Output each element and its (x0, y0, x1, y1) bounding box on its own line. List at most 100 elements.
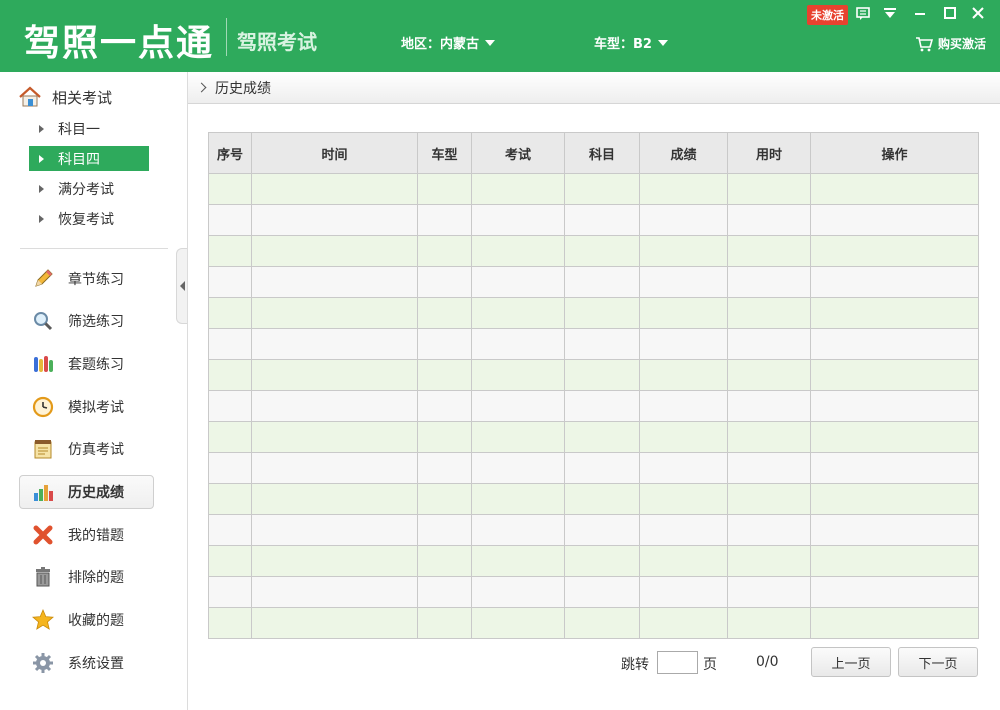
chevron-left-icon (179, 281, 185, 291)
related-exams-heading[interactable]: 相关考试 (18, 86, 112, 108)
buy-activation-button[interactable]: 购买激活 (915, 35, 986, 52)
menu-excluded-questions[interactable]: 排除的题 (19, 560, 154, 594)
table-cell (639, 204, 728, 236)
table-cell (208, 421, 252, 453)
menu-history-scores[interactable]: 历史成绩 (19, 475, 154, 509)
table-cell (639, 607, 728, 639)
table-row (208, 173, 979, 205)
sub-item-subject-4[interactable]: 科目四 (29, 146, 149, 171)
sub-item-recovery-exam[interactable]: 恢复考试 (29, 206, 149, 231)
minimize-icon[interactable] (911, 4, 929, 22)
sidebar-collapse-toggle[interactable] (176, 248, 187, 324)
table-cell (564, 607, 640, 639)
menu-filter-practice[interactable]: 筛选练习 (19, 304, 154, 338)
feedback-icon[interactable] (854, 4, 872, 22)
table-cell (417, 173, 472, 205)
table-cell (727, 173, 811, 205)
pencil-icon (35, 269, 53, 287)
home-icon (19, 86, 41, 107)
table-cell (727, 235, 811, 267)
menu-label: 历史成绩 (68, 485, 124, 501)
table-cell (564, 452, 640, 484)
caret-right-icon (39, 124, 44, 133)
table-cell (208, 483, 252, 515)
table-cell (727, 607, 811, 639)
table-cell (639, 514, 728, 546)
table-cell (208, 452, 252, 484)
table-cell (208, 297, 252, 329)
menu-simulation-exam[interactable]: 仿真考试 (19, 432, 154, 466)
table-cell (417, 483, 472, 515)
table-cell (639, 483, 728, 515)
table-cell (727, 421, 811, 453)
col-header-index: 序号 (208, 132, 252, 174)
notepad-icon (34, 440, 52, 459)
table-cell (251, 266, 418, 298)
table-row (208, 266, 979, 298)
table-cell (639, 328, 728, 360)
caret-right-icon (39, 184, 44, 193)
menu-label: 我的错题 (68, 528, 124, 544)
star-icon (32, 609, 54, 630)
car-type-dropdown[interactable]: 车型：B2 (594, 33, 668, 52)
table-cell (471, 514, 565, 546)
table-cell (471, 359, 565, 391)
table-cell (564, 483, 640, 515)
table-cell (564, 359, 640, 391)
menu-favorites[interactable]: 收藏的题 (19, 603, 154, 637)
table-cell (810, 514, 979, 546)
col-header-exam: 考试 (471, 132, 565, 174)
menu-chapter-practice[interactable]: 章节练习 (19, 262, 154, 296)
sub-item-subject-1[interactable]: 科目一 (29, 116, 149, 141)
menu-my-mistakes[interactable]: 我的错题 (19, 518, 154, 552)
table-cell (639, 297, 728, 329)
sub-item-full-score-exam[interactable]: 满分考试 (29, 176, 149, 201)
table-cell (727, 483, 811, 515)
clock-icon (32, 396, 54, 418)
col-header-actions: 操作 (810, 132, 979, 174)
table-cell (208, 607, 252, 639)
table-cell (564, 390, 640, 422)
region-dropdown[interactable]: 地区：内蒙古 (401, 33, 496, 52)
table-cell (810, 328, 979, 360)
magnifier-icon (34, 312, 53, 331)
table-cell (417, 235, 472, 267)
table-cell (471, 173, 565, 205)
table-cell (251, 483, 418, 515)
menu-label: 模拟考试 (68, 400, 124, 416)
app-logo-title: 驾照一点通 (24, 23, 215, 64)
close-icon[interactable] (969, 4, 987, 22)
table-cell (727, 452, 811, 484)
prev-page-button[interactable]: 上一页 (811, 647, 891, 677)
menu-label: 收藏的题 (68, 613, 124, 629)
table-row (208, 421, 979, 453)
maximize-icon[interactable] (941, 4, 959, 22)
sub-item-label: 科目一 (58, 121, 100, 138)
table-cell (564, 545, 640, 577)
menu-system-settings[interactable]: 系统设置 (19, 646, 154, 680)
table-cell (564, 235, 640, 267)
sub-item-label: 满分考试 (58, 181, 114, 198)
table-cell (810, 483, 979, 515)
table-cell (810, 390, 979, 422)
jump-page-input[interactable] (657, 651, 698, 674)
table-cell (727, 390, 811, 422)
table-row (208, 545, 979, 577)
table-cell (251, 576, 418, 608)
table-cell (251, 173, 418, 205)
jump-label: 跳转 (621, 657, 649, 673)
table-cell (639, 576, 728, 608)
menu-label: 筛选练习 (68, 314, 124, 330)
table-cell (810, 235, 979, 267)
next-page-button[interactable]: 下一页 (898, 647, 978, 677)
table-cell (471, 545, 565, 577)
table-cell (208, 576, 252, 608)
menu-dropdown-icon[interactable] (881, 4, 899, 22)
table-cell (727, 514, 811, 546)
table-cell (727, 328, 811, 360)
table-cell (417, 545, 472, 577)
activation-status-badge[interactable]: 未激活 (807, 5, 848, 25)
menu-set-practice[interactable]: 套题练习 (19, 347, 154, 381)
sub-item-label: 恢复考试 (58, 211, 114, 228)
menu-mock-exam[interactable]: 模拟考试 (19, 390, 154, 424)
